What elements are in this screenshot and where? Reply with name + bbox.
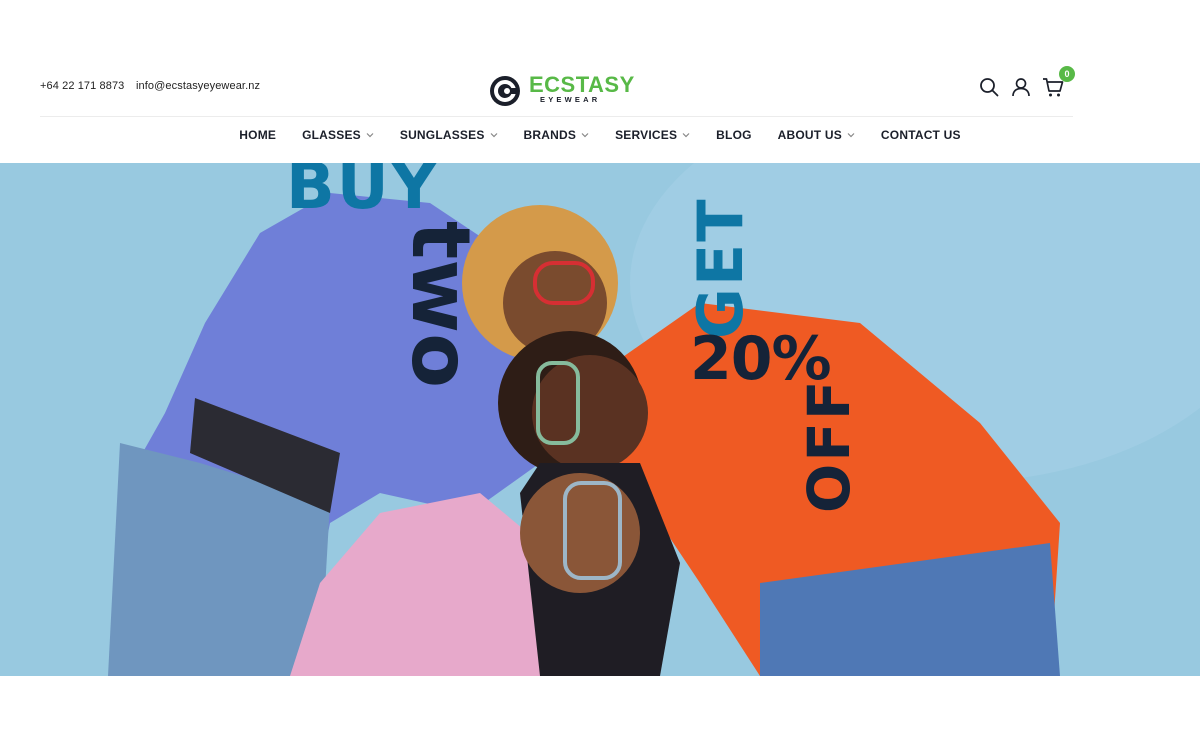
nav-item-label: BLOG	[716, 128, 752, 142]
phone-link[interactable]: +64 22 171 8873	[40, 80, 124, 92]
promo-two-text: two	[394, 221, 487, 389]
hero-photo	[0, 163, 1200, 676]
nav-item-contact-us[interactable]: CONTACT US	[881, 128, 961, 142]
logo[interactable]: ECSTASY EYEWEAR	[489, 72, 634, 106]
chevron-down-icon	[366, 133, 374, 138]
nav-item-services[interactable]: SERVICES	[615, 128, 690, 142]
nav-item-label: SUNGLASSES	[399, 128, 485, 142]
nav-item-sunglasses[interactable]: SUNGLASSES	[400, 128, 498, 142]
promo-off-text: OFF	[795, 378, 863, 513]
nav-item-glasses[interactable]: GLASSES	[302, 128, 374, 142]
nav-item-label: SERVICES	[615, 128, 678, 142]
chevron-down-icon	[682, 133, 690, 138]
nav-item-label: CONTACT US	[880, 128, 961, 142]
chevron-down-icon	[581, 133, 589, 138]
logo-mark-icon	[490, 76, 520, 106]
top-bar: +64 22 171 8873 info@ecstasyeyewear.nz E…	[40, 64, 1075, 117]
nav-item-label: GLASSES	[302, 128, 361, 142]
nav-item-label: BRANDS	[523, 128, 577, 142]
promo-buy-text: BUY	[286, 163, 440, 224]
user-icon[interactable]	[1010, 76, 1032, 98]
header-icons: 0	[978, 66, 1075, 100]
chevron-down-icon	[490, 133, 497, 138]
nav-item-label: ABOUT US	[777, 128, 842, 142]
nav-item-brands[interactable]: BRANDS	[524, 128, 590, 142]
email-link[interactable]: info@ecstasyeyewear.nz	[136, 80, 260, 92]
hero-banner[interactable]: BUY two GET 20% OFF	[0, 163, 1200, 676]
promo-get-text: GET	[684, 197, 757, 339]
cart-count-badge: 0	[1059, 66, 1075, 82]
nav-item-home[interactable]: HOME	[239, 128, 276, 142]
main-nav: HOME GLASSES SUNGLASSES BRANDS SERVICES BLOG A…	[0, 126, 1200, 156]
nav-item-blog[interactable]: BLOG	[716, 128, 751, 142]
nav-item-about-us[interactable]: ABOUT US	[778, 128, 855, 142]
search-icon[interactable]	[978, 76, 1000, 98]
chevron-down-icon	[847, 133, 855, 138]
logo-subtitle: EYEWEAR	[540, 95, 601, 104]
nav-item-label: HOME	[239, 128, 277, 142]
